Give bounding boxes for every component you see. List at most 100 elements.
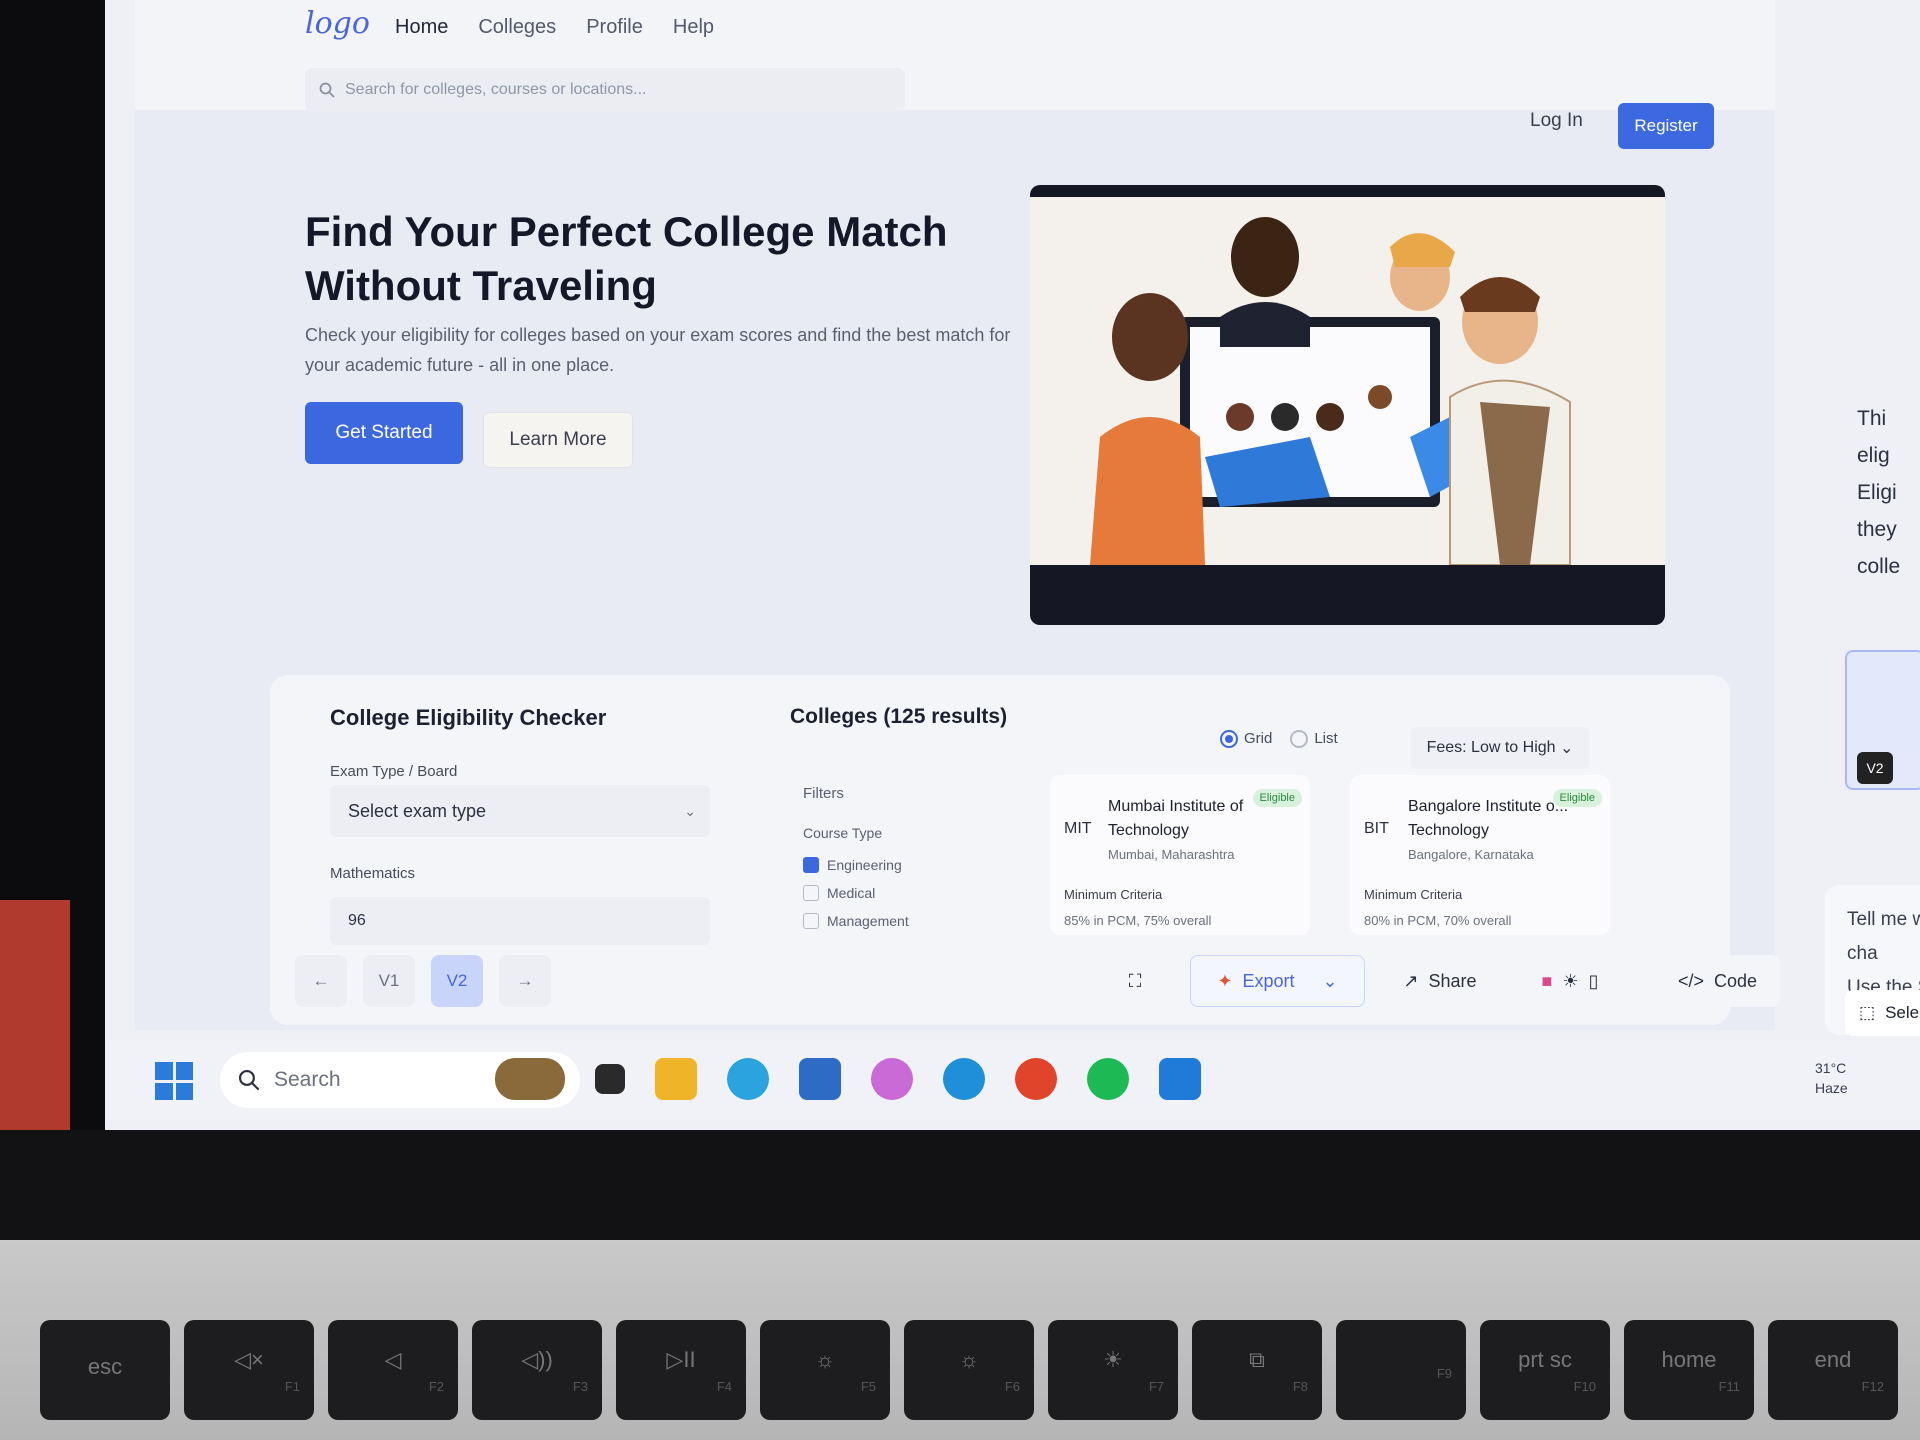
view-list-label: List	[1314, 730, 1338, 747]
criteria-value: 80% in PCM, 70% overall	[1364, 913, 1512, 928]
login-link[interactable]: Log In	[1530, 110, 1583, 132]
view-grid-option[interactable]: Grid	[1220, 730, 1272, 749]
exam-type-label: Exam Type / Board	[330, 763, 458, 780]
keyboard-key: F9	[1336, 1320, 1466, 1420]
register-button[interactable]: Register	[1618, 103, 1714, 149]
palette-icon[interactable]: ■	[1542, 971, 1553, 992]
key-label: ◁	[384, 1346, 402, 1372]
share-button[interactable]: ↗ Share	[1385, 955, 1495, 1007]
version-v1-button[interactable]: V1	[363, 955, 415, 1007]
key-fn-label: F7	[1148, 1378, 1164, 1394]
filter-medical[interactable]: Medical	[803, 885, 875, 901]
radio-icon	[1220, 730, 1238, 749]
keyboard-key: ☼ F5	[760, 1320, 890, 1420]
theme-controls: ■ ☀ ▯	[1515, 955, 1625, 1007]
export-button[interactable]: ✦ Export ⌄	[1190, 955, 1365, 1007]
share-icon: ↗	[1403, 970, 1419, 991]
nav-link-colleges[interactable]: Colleges	[478, 16, 556, 39]
college-card[interactable]: MIT Mumbai Institute of Technology Mumba…	[1050, 775, 1310, 935]
telegram-icon[interactable]	[727, 1058, 769, 1100]
copilot-icon[interactable]	[871, 1058, 913, 1100]
version-v2-button[interactable]: V2	[431, 955, 483, 1007]
keyboard-key: ▷II F4	[616, 1320, 746, 1420]
weather-widget[interactable]: 31°C Haze	[1815, 1058, 1848, 1098]
nav-link-help[interactable]: Help	[673, 16, 714, 39]
selector-label: Selector	[1885, 1003, 1920, 1022]
key-label: ☼	[958, 1346, 980, 1372]
college-name-line1: Bangalore Institute o...	[1408, 798, 1569, 815]
edge-icon[interactable]	[943, 1058, 985, 1100]
windows-start-icon[interactable]	[155, 1062, 193, 1100]
criteria-label: Minimum Criteria	[1364, 887, 1463, 902]
eligible-badge: Eligible	[1552, 789, 1602, 807]
fullscreen-icon[interactable]: ⛶	[1115, 955, 1155, 1007]
nav-link-profile[interactable]: Profile	[586, 16, 643, 39]
laptop-screen: logo Home Colleges Profile Help Search f…	[105, 0, 1920, 1130]
task-view-icon[interactable]	[595, 1064, 625, 1094]
keyboard-key: home F11	[1624, 1320, 1754, 1420]
filter-management[interactable]: Management	[803, 913, 909, 929]
college-search-input[interactable]: Search for colleges, courses or location…	[305, 68, 905, 112]
college-abbr: MIT	[1064, 820, 1092, 837]
assistant-message: Thi elig Eligi they colle	[1857, 400, 1900, 585]
site-logo[interactable]: logo	[305, 6, 370, 41]
code-button[interactable]: </> Code	[1655, 955, 1780, 1007]
learn-more-button[interactable]: Learn More	[483, 412, 633, 468]
widgets-icon[interactable]	[495, 1058, 565, 1100]
key-label: esc	[87, 1354, 123, 1379]
nav-links: Home Colleges Profile Help	[395, 16, 714, 39]
assistant-line: colle	[1857, 555, 1901, 578]
keyboard-key: ◁)) F3	[472, 1320, 602, 1420]
radio-icon	[1290, 730, 1309, 749]
assistant-line: they	[1857, 518, 1897, 541]
filter-label: Management	[827, 913, 909, 929]
key-label: ▷II	[666, 1346, 696, 1372]
selector-icon: ⬚	[1859, 1003, 1876, 1022]
mathematics-input[interactable]: 96	[330, 897, 710, 945]
filter-engineering[interactable]: Engineering	[803, 857, 902, 873]
file-explorer-icon[interactable]	[655, 1058, 697, 1100]
key-fn-label: F8	[1292, 1378, 1308, 1394]
college-name: Mumbai Institute of Technology	[1108, 798, 1244, 839]
key-label: home	[1661, 1346, 1717, 1372]
vscode-icon[interactable]	[1159, 1058, 1201, 1100]
criteria-value: 85% in PCM, 75% overall	[1064, 913, 1212, 928]
key-fn-label: F6	[1004, 1378, 1020, 1394]
chrome-icon[interactable]	[1015, 1058, 1057, 1100]
exam-type-select[interactable]: Select exam type ⌄	[330, 785, 710, 837]
college-name: Bangalore Institute o... Technology	[1408, 795, 1578, 843]
search-icon	[238, 1069, 260, 1091]
filter-label: Medical	[827, 885, 876, 901]
keyboard-key: esc	[40, 1320, 170, 1420]
key-fn-label: F4	[716, 1378, 732, 1394]
code-label: Code	[1714, 970, 1758, 991]
forward-button[interactable]: →	[499, 955, 551, 1007]
checkbox-icon	[803, 885, 819, 901]
key-label: end	[1814, 1346, 1852, 1372]
chevron-down-icon: ⌄	[684, 802, 696, 819]
eligible-badge: Eligible	[1252, 789, 1302, 807]
view-list-option[interactable]: List	[1290, 730, 1338, 749]
store-icon[interactable]	[799, 1058, 841, 1100]
layout-icon[interactable]: ▯	[1589, 971, 1599, 992]
sort-select[interactable]: Fees: Low to High ⌄	[1410, 727, 1590, 769]
selector-button[interactable]: ⬚ Selector	[1845, 990, 1920, 1036]
weather-temp: 31°C	[1815, 1060, 1847, 1076]
nav-link-home[interactable]: Home	[395, 16, 448, 39]
filters-title: Filters	[803, 785, 844, 802]
keyboard-key: end F12	[1768, 1320, 1898, 1420]
share-label: Share	[1428, 970, 1477, 991]
spotify-icon[interactable]	[1087, 1058, 1129, 1100]
college-location: Bangalore, Karnataka	[1408, 847, 1534, 862]
get-started-button[interactable]: Get Started	[305, 402, 463, 464]
college-abbr: BIT	[1364, 820, 1389, 837]
taskbar-search-label: Search	[274, 1068, 341, 1091]
hero-illustration	[1030, 185, 1665, 625]
sun-icon[interactable]: ☀	[1562, 971, 1578, 992]
back-button[interactable]: ←	[295, 955, 347, 1007]
figma-icon: ✦	[1217, 970, 1233, 991]
students-illustration	[1090, 217, 1571, 566]
key-fn-label: F11	[1718, 1378, 1740, 1394]
college-card[interactable]: BIT Bangalore Institute o... Technology B…	[1350, 775, 1610, 935]
key-fn-label: F3	[572, 1378, 588, 1394]
